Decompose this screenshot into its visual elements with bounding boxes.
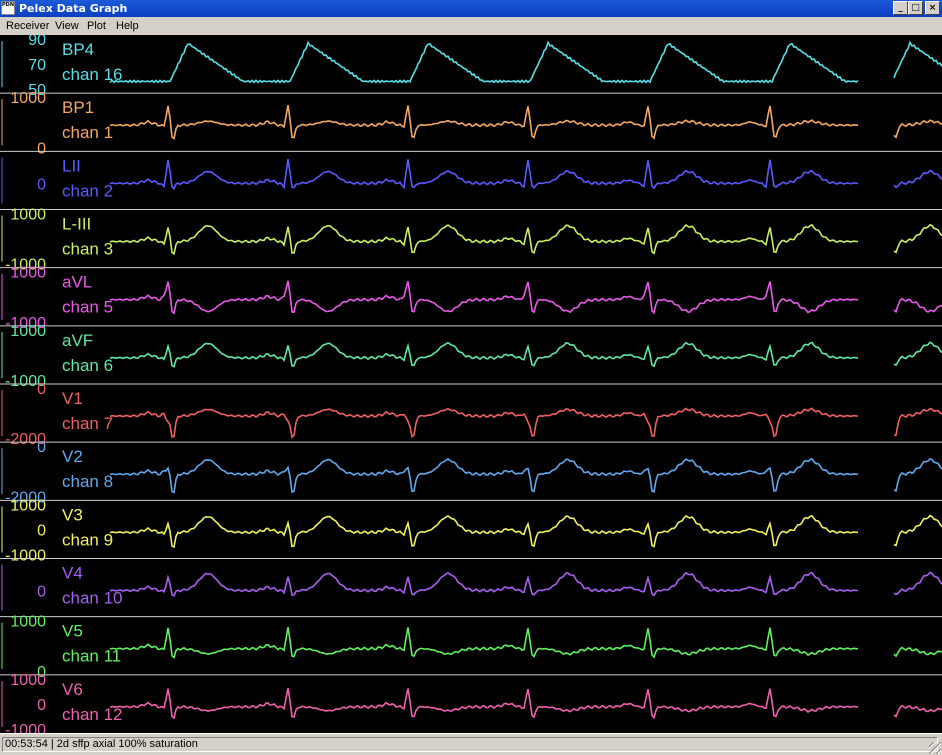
axis-tick-label: 1000: [10, 672, 46, 689]
axis-tick-label: 0: [37, 697, 46, 714]
channel-label: chan 1: [62, 123, 113, 142]
axis-tick-label: 90: [28, 35, 46, 49]
lead-label: BP4: [62, 40, 94, 59]
channel-3: 0 LII chan 2: [0, 150, 942, 204]
channel-label: chan 12: [62, 705, 123, 724]
axis-tick-label: 1000: [10, 614, 46, 631]
restore-button[interactable]: □: [908, 1, 923, 15]
channel-2: 1000 0 BP1 chan 1: [0, 90, 942, 157]
axis-tick-label: 1000: [10, 265, 46, 282]
waveform-lii: [109, 158, 942, 191]
axis-tick-label: 1000: [10, 207, 46, 224]
channel-label: chan 16: [62, 65, 123, 84]
channel-12: 1000 0 -1000 V6 chan 12: [0, 672, 942, 733]
channel-label: chan 2: [62, 181, 113, 200]
channel-label: chan 11: [62, 647, 121, 666]
lead-label: V4: [62, 564, 83, 583]
waveform-l-iii: [109, 223, 942, 256]
axis-tick-label: 0: [37, 583, 46, 600]
waveform-avl: [109, 280, 942, 315]
lead-label: V3: [62, 505, 83, 524]
channel-5: 1000-1000aVLchan 5: [0, 265, 942, 332]
axis-tick-label: 1000: [10, 90, 46, 107]
status-panel: 00:53:54 | 2d sffp axial 100% saturation: [2, 737, 938, 752]
channel-9: 1000 0 -1000 V3 chan 9: [0, 497, 942, 565]
lead-label: V5: [62, 622, 83, 641]
channel-7: 0-2000V1chan 7: [0, 381, 942, 448]
menu-help[interactable]: Help: [116, 19, 139, 33]
resize-grip[interactable]: [929, 742, 941, 754]
channel-label: chan 3: [62, 240, 113, 259]
lead-label: V1: [62, 389, 83, 408]
trace-canvas: 907050BP4chan 1610000BP1chan 10LIIchan 2…: [0, 35, 942, 733]
waveform-v1: [109, 407, 942, 439]
close-button[interactable]: ×: [925, 1, 940, 15]
menu-bar: Receiver View Plot Help: [0, 17, 942, 35]
axis-tick-label: 70: [28, 57, 46, 74]
waveform-v6: [109, 687, 942, 720]
channel-8: 0-2000V2chan 8: [0, 439, 942, 506]
lead-label: aVL: [62, 273, 92, 292]
channel-6: 1000-1000aVFchan 6: [0, 323, 942, 390]
channel-label: chan 6: [62, 356, 113, 375]
waveform-v5: [109, 627, 942, 659]
channel-11: 10000V5chan 11: [0, 614, 942, 681]
window-title: Pelex Data Graph: [19, 2, 128, 15]
plot-area[interactable]: 90 70 50 BP4 chan 16 1000 0 BP1 chan 1 0 LII chan 2…: [0, 35, 942, 733]
waveform-bp4: [109, 40, 942, 84]
lead-label: aVF: [62, 331, 93, 350]
channel-1: 907050BP4chan 16: [1, 35, 942, 99]
lead-label: V2: [62, 447, 83, 466]
axis-tick-label: 0: [37, 381, 46, 398]
channel-label: chan 8: [62, 472, 113, 491]
channel-label: chan 5: [62, 298, 113, 317]
status-text: 00:53:54 | 2d sffp axial 100% saturation: [5, 738, 198, 750]
status-bar: 00:53:54 | 2d sffp axial 100% saturation: [0, 733, 942, 755]
lead-label: V6: [62, 680, 83, 699]
axis-tick-label: 1000: [10, 497, 46, 514]
channel-label: chan 9: [62, 530, 113, 549]
axis-tick-label: 0: [37, 522, 46, 539]
channel-label: chan 7: [62, 414, 113, 433]
axis-tick-label: 0: [37, 140, 46, 157]
waveform-avf: [109, 341, 942, 368]
channel-label: chan 10: [62, 589, 123, 608]
menu-plot[interactable]: Plot: [87, 19, 106, 33]
menu-view[interactable]: View: [55, 19, 79, 33]
waveform-v4: [109, 571, 942, 598]
axis-tick-label: 0: [37, 439, 46, 456]
axis-tick-label: -1000: [5, 548, 46, 565]
lead-label: LII: [62, 156, 81, 175]
menu-receiver[interactable]: Receiver: [6, 19, 49, 33]
channel-10: 0 V4 chan 10: [0, 558, 942, 611]
app-icon: PDN: [1, 1, 15, 15]
axis-tick-label: 0: [37, 176, 46, 193]
channel-4: 1000-1000L-IIIchan 3: [0, 207, 942, 274]
axis-tick-label: -1000: [5, 722, 46, 733]
axis-tick-label: 1000: [10, 323, 46, 340]
waveform-bp1: [109, 105, 942, 141]
lead-label: L-III: [62, 215, 91, 234]
waveform-v2: [109, 457, 942, 494]
minimize-button[interactable]: _: [893, 1, 908, 15]
lead-label: BP1: [62, 98, 94, 117]
title-bar: PDN Pelex Data Graph _ □ ×: [0, 0, 942, 17]
waveform-v3: [109, 514, 942, 549]
